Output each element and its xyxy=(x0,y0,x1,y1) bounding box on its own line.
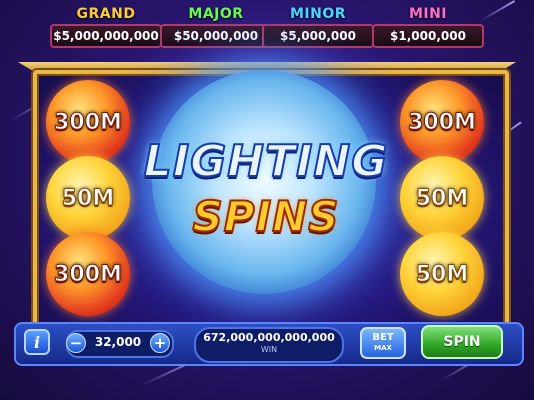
game-title-line2: SPINS xyxy=(191,191,340,242)
prize-orb: 300M xyxy=(46,232,130,316)
prize-orb-value: 50M xyxy=(415,261,469,287)
light-streak xyxy=(479,0,516,22)
bet-increase-button[interactable]: + xyxy=(150,333,170,353)
jackpot-grand: GRAND $5,000,000,000 xyxy=(50,6,162,64)
win-amount: 672,000,000,000,000 xyxy=(203,331,335,344)
jackpot-grand-value: $5,000,000,000 xyxy=(50,24,162,48)
prize-orb: 300M xyxy=(46,80,130,164)
jackpot-major-value: $50,000,000 xyxy=(160,24,272,48)
bet-amount: 32,000 xyxy=(94,335,142,349)
bet-max-button[interactable]: BET MAX xyxy=(360,327,406,359)
jackpot-minor-value: $5,000,000 xyxy=(262,24,374,48)
prize-orb-value: 300M xyxy=(54,261,123,287)
spin-button[interactable]: SPIN xyxy=(421,325,503,359)
jackpot-mini: MINI $1,000,000 xyxy=(372,6,484,64)
bet-max-label-top: BET xyxy=(372,332,394,343)
win-label: WIN xyxy=(260,345,278,354)
prize-orb-value: 50M xyxy=(415,185,469,211)
prize-orb: 50M xyxy=(46,156,130,240)
win-display: 672,000,000,000,000 WIN xyxy=(194,327,344,363)
jackpot-major: MAJOR $50,000,000 xyxy=(160,6,272,64)
prize-orb: 50M xyxy=(400,156,484,240)
prize-orb: 300M xyxy=(400,80,484,164)
bet-max-label-bottom: MAX xyxy=(374,344,392,352)
jackpot-major-label: MAJOR xyxy=(188,6,244,22)
prize-orb-value: 300M xyxy=(54,109,123,135)
game-title-line1: LIGHTING xyxy=(143,135,389,188)
info-button[interactable]: i xyxy=(24,329,50,355)
jackpot-grand-label: GRAND xyxy=(76,6,136,22)
jackpot-minor-label: MINOR xyxy=(289,6,347,22)
jackpot-mini-value: $1,000,000 xyxy=(372,24,484,48)
prize-orb-value: 50M xyxy=(61,185,115,211)
bet-decrease-button[interactable]: − xyxy=(66,333,86,353)
jackpot-mini-label: MINI xyxy=(408,6,448,22)
prize-orb-value: 300M xyxy=(408,109,477,135)
jackpot-minor: MINOR $5,000,000 xyxy=(262,6,374,64)
prize-orb: 50M xyxy=(400,232,484,316)
